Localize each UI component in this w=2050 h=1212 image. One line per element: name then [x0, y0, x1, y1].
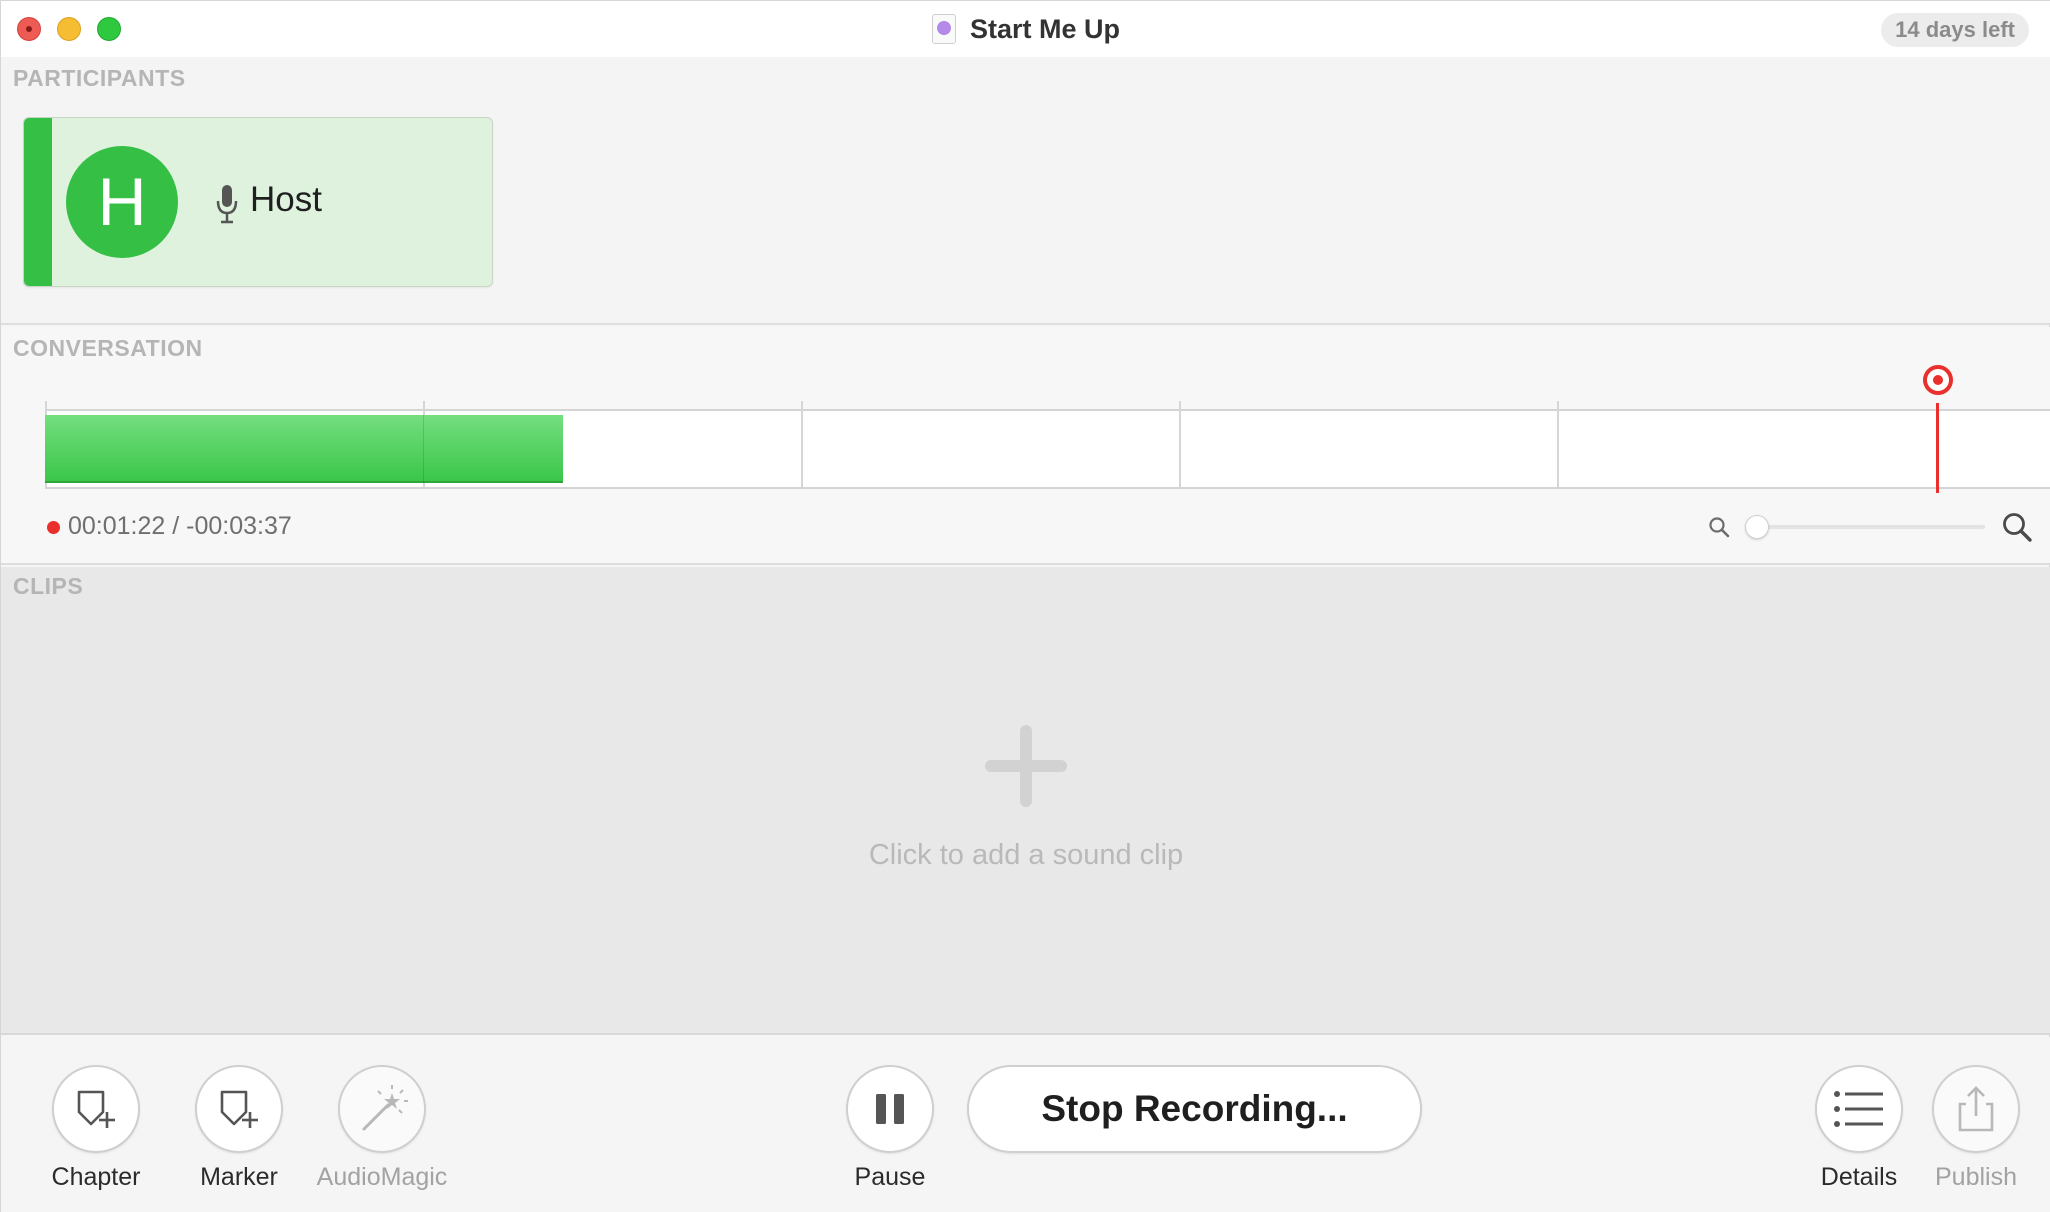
participant-color-stripe [24, 118, 52, 286]
zoom-slider-knob[interactable] [1745, 515, 1769, 539]
chapter-button[interactable]: Chapter [21, 1065, 171, 1192]
trial-badge[interactable]: 14 days left [1881, 13, 2029, 47]
elapsed-time: 00:01:22 [68, 512, 166, 540]
zoom-slider-track[interactable] [1751, 525, 1985, 529]
zoom-out-icon[interactable] [1707, 515, 1731, 539]
zoom-in-icon[interactable] [2001, 511, 2033, 543]
add-clip-hint: Click to add a sound clip [868, 839, 1184, 871]
app-window: Start Me Up 14 days left PARTICIPANTS H … [0, 0, 2050, 1212]
publish-button[interactable]: Publish [1901, 1065, 2050, 1192]
avatar: H [66, 146, 178, 258]
stop-recording-button[interactable]: Stop Recording... [967, 1065, 1422, 1153]
timeline-tick [801, 401, 803, 487]
participants-section: PARTICIPANTS H Host [1, 57, 2050, 325]
marker-add-icon [220, 1090, 258, 1128]
audiomagic-button-circle[interactable] [338, 1065, 426, 1153]
title-bar: Start Me Up 14 days left [1, 1, 2050, 57]
pause-button[interactable]: Pause [815, 1065, 965, 1192]
pause-button-circle[interactable] [846, 1065, 934, 1153]
conversation-section: CONVERSATION 00:01:22 / -00:03:37 [1, 327, 2050, 565]
time-separator: / [165, 512, 187, 540]
playhead-line[interactable] [1936, 403, 1939, 493]
marker-button[interactable]: Marker [164, 1065, 314, 1192]
chapter-add-icon [77, 1090, 115, 1128]
share-icon [1958, 1086, 1994, 1132]
playhead-target-icon[interactable] [1923, 365, 1953, 395]
timeline-tick [1179, 401, 1181, 487]
participants-label: PARTICIPANTS [13, 65, 186, 91]
clips-section: CLIPS Click to add a sound clip [1, 567, 2050, 1035]
details-button-circle[interactable] [1815, 1065, 1903, 1153]
publish-label: Publish [1935, 1163, 2017, 1191]
host-audio-waveform[interactable] [45, 415, 563, 483]
pause-label: Pause [854, 1163, 926, 1191]
chapter-label: Chapter [51, 1163, 141, 1191]
chapter-button-circle[interactable] [52, 1065, 140, 1153]
title-group: Start Me Up [1, 1, 2050, 57]
plus-icon [985, 725, 1067, 807]
time-readout: 00:01:22 / -00:03:37 [68, 512, 292, 541]
publish-button-circle[interactable] [1932, 1065, 2020, 1153]
pause-icon [876, 1094, 904, 1124]
participant-card-host[interactable]: H Host [23, 117, 493, 287]
remaining-time: -00:03:37 [186, 512, 292, 540]
audiomagic-button[interactable]: AudioMagic [307, 1065, 457, 1192]
window-title: Start Me Up [969, 13, 1121, 44]
recording-indicator-icon [47, 521, 60, 534]
timeline-tick [1557, 401, 1559, 487]
bottom-toolbar: Chapter Marker AudioMagic Pause Stop Rec… [1, 1037, 2050, 1212]
conversation-label: CONVERSATION [13, 335, 203, 361]
add-sound-clip-area[interactable]: Click to add a sound clip [1, 567, 2050, 1035]
marker-label: Marker [200, 1163, 278, 1191]
waveform-divider [423, 415, 424, 483]
marker-button-circle[interactable] [195, 1065, 283, 1153]
magic-wand-icon [362, 1085, 408, 1131]
audiomagic-label: AudioMagic [316, 1163, 448, 1191]
conversation-timeline[interactable] [45, 401, 2050, 489]
microphone-icon [216, 185, 238, 224]
participant-name: Host [250, 180, 322, 219]
list-icon [1834, 1091, 1883, 1127]
document-icon [931, 14, 956, 44]
